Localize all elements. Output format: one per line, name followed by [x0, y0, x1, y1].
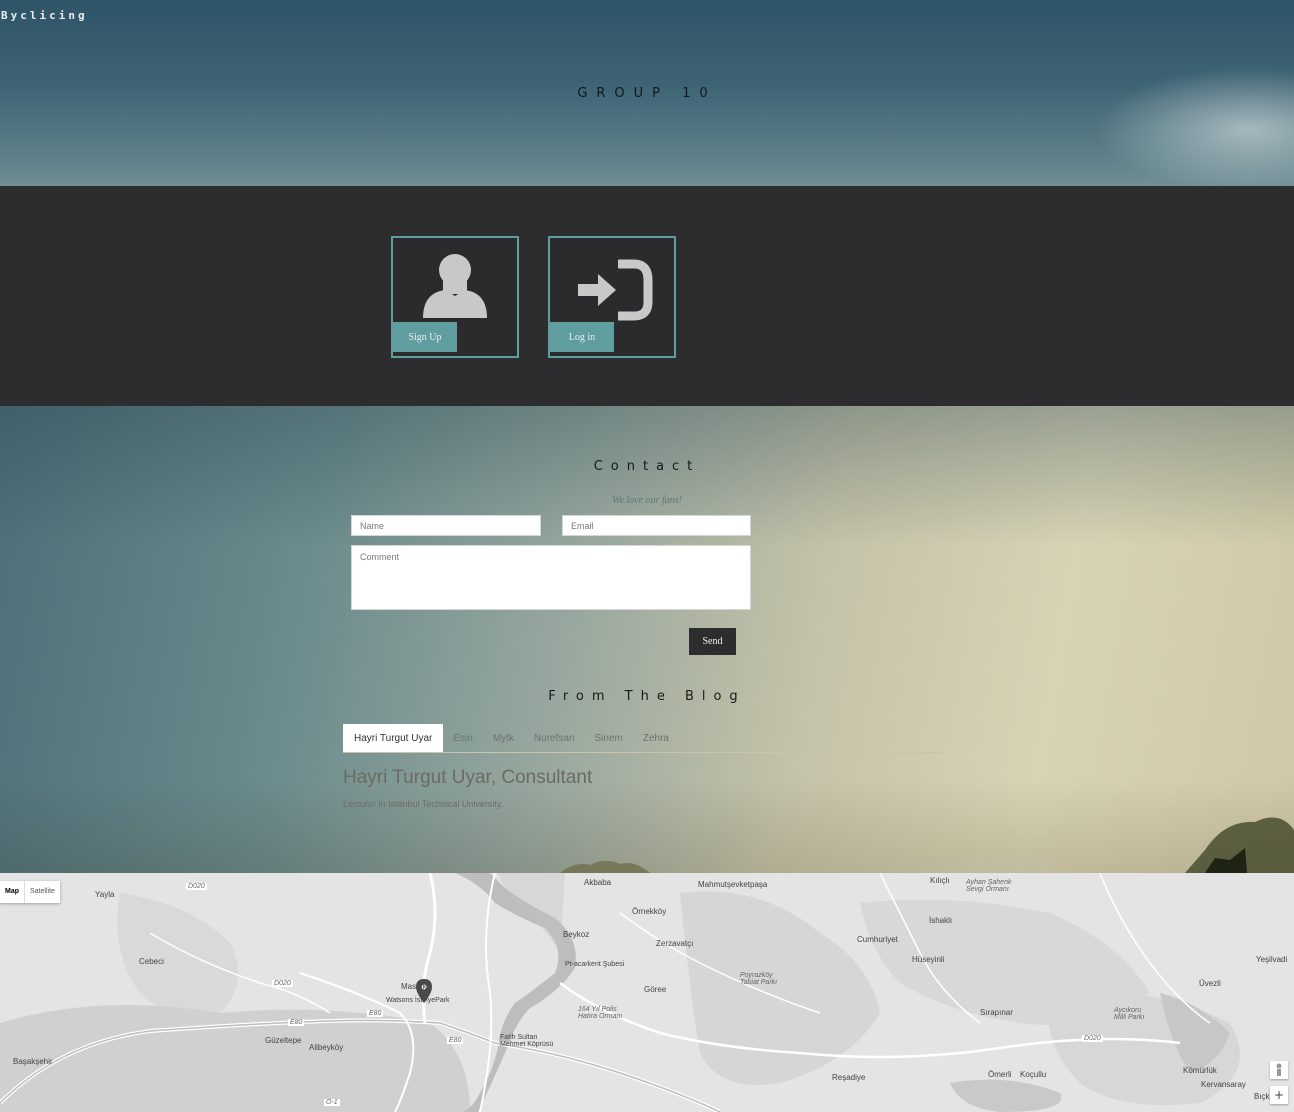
- send-button[interactable]: Send: [689, 628, 736, 655]
- map-label-yayla: Yayla: [95, 890, 115, 899]
- login-button[interactable]: Log in: [550, 322, 614, 352]
- zoom-in-button[interactable]: +: [1270, 1086, 1288, 1104]
- blog-title: From The Blog: [548, 689, 746, 704]
- tab-zehra[interactable]: Zehra: [633, 724, 679, 752]
- login-card[interactable]: Log in: [548, 236, 676, 358]
- map-label-ornekkoy: Örnekköy: [632, 907, 667, 916]
- tab-sinem[interactable]: Sinem: [585, 724, 633, 752]
- email-input[interactable]: [562, 515, 751, 536]
- road-label-o1: O-1: [324, 1099, 340, 1106]
- hero-banner: Byclicing GROUP 10: [0, 0, 1294, 186]
- brand-logo[interactable]: Byclicing: [1, 9, 88, 22]
- road-label-d020: D020: [186, 883, 207, 890]
- profile-name: Hayri Turgut Uyar, Consultant: [343, 767, 593, 788]
- map-label-huseyinli: Hüseyinli: [912, 955, 945, 964]
- map-label-polis-ormani: 164 Yıl Polis Hatıra Ormanı: [578, 1006, 623, 1020]
- map-label-sirapinar: Sırapınar: [980, 1008, 1013, 1017]
- map-label-komurluk: Kömürlük: [1183, 1066, 1217, 1075]
- map-view[interactable]: Yayla Akbaba Mahmutşevketpaşa Kılıçlı Ay…: [0, 873, 1294, 1112]
- pegman-icon[interactable]: [1270, 1061, 1288, 1079]
- map-label-cebeci: Cebeci: [139, 957, 164, 966]
- map-label-kocullu: Koçullu: [1020, 1070, 1047, 1079]
- map-label-maslak: Maslak: [401, 982, 427, 991]
- map-label-istinyepark: Watsons İstinyePark: [386, 997, 450, 1004]
- map-label-guzeltepe: Güzeltepe: [265, 1036, 302, 1045]
- map-label-zerzavatci: Zerzavatçı: [656, 939, 694, 948]
- tab-mytk[interactable]: Mytk: [483, 724, 524, 752]
- road-label-e80-2: E80: [367, 1010, 384, 1017]
- map-label-kilicli: Kılıçlı: [930, 876, 950, 885]
- map-label-ayhan-sahenk: Ayhan Şahenk Sevgi Ormanı: [966, 879, 1012, 893]
- name-input[interactable]: [351, 515, 541, 536]
- bushes-silhouette: [560, 860, 650, 873]
- tab-hayri-turgut-uyar[interactable]: Hayri Turgut Uyar: [343, 724, 444, 752]
- map-label-ptt-branch: Pt-acarkent Şubesi: [565, 961, 625, 968]
- contact-title: Contact: [593, 459, 701, 474]
- profile-description: Lecturer in Istanbul Technical Universit…: [343, 799, 504, 809]
- road-label-d020-3: D020: [1082, 1035, 1103, 1042]
- map-type-control: Map Satellite: [0, 881, 60, 903]
- road-label-e80-3: E80: [447, 1037, 464, 1044]
- map-label-basaksehir: Başakşehir: [13, 1057, 53, 1066]
- map-label-uvezli: Üvezli: [1199, 979, 1221, 988]
- road-label-e80: E80: [288, 1019, 305, 1026]
- map-type-map[interactable]: Map: [0, 881, 25, 903]
- map-label-aycikoru: Aycıkoru Milli Parkı: [1114, 1007, 1145, 1021]
- map-label-alibeykoy: Alibeyköy: [309, 1043, 344, 1052]
- map-label-akbaba: Akbaba: [584, 878, 612, 887]
- comment-input[interactable]: [351, 545, 751, 610]
- map-label-poyrazkoy: Poyrazköy Tabiat Parkı: [740, 972, 778, 986]
- map-label-cumhuriyet: Cumhuriyet: [857, 935, 898, 944]
- map-label-goree: Göree: [644, 985, 667, 994]
- map-label-yesilvadi: Yeşilvadi: [1256, 955, 1288, 964]
- tree-silhouette: [1185, 817, 1294, 873]
- map-label-resadiye: Reşadiye: [832, 1073, 866, 1082]
- signup-button[interactable]: Sign Up: [393, 322, 457, 352]
- tab-esin[interactable]: Esin: [443, 724, 482, 752]
- blog-tabs: Hayri Turgut Uyar Esin Mytk Nurefsan Sin…: [343, 724, 943, 753]
- map-label-fsm-bridge: Fatih Sultan Mehmet Köprüsü: [500, 1034, 554, 1048]
- tab-nurefsan[interactable]: Nurefsan: [524, 724, 585, 752]
- road-label-d020-2: D020: [272, 980, 293, 987]
- map-label-mahmutsevketpasa: Mahmutşevketpaşa: [698, 880, 768, 889]
- contact-subtitle: We love our fans!: [612, 495, 682, 506]
- auth-band: Sign Up Log in: [0, 186, 1294, 406]
- signup-card[interactable]: Sign Up: [391, 236, 519, 358]
- map-type-satellite[interactable]: Satellite: [25, 881, 60, 903]
- map-label-kervansaray: Kervansaray: [1201, 1080, 1246, 1089]
- map-label-ishakli: İshaklı: [929, 916, 953, 925]
- map-label-beykoz: Beykoz: [563, 930, 590, 939]
- page-title: GROUP 10: [577, 86, 717, 101]
- map-label-omerli: Ömerli: [988, 1070, 1012, 1079]
